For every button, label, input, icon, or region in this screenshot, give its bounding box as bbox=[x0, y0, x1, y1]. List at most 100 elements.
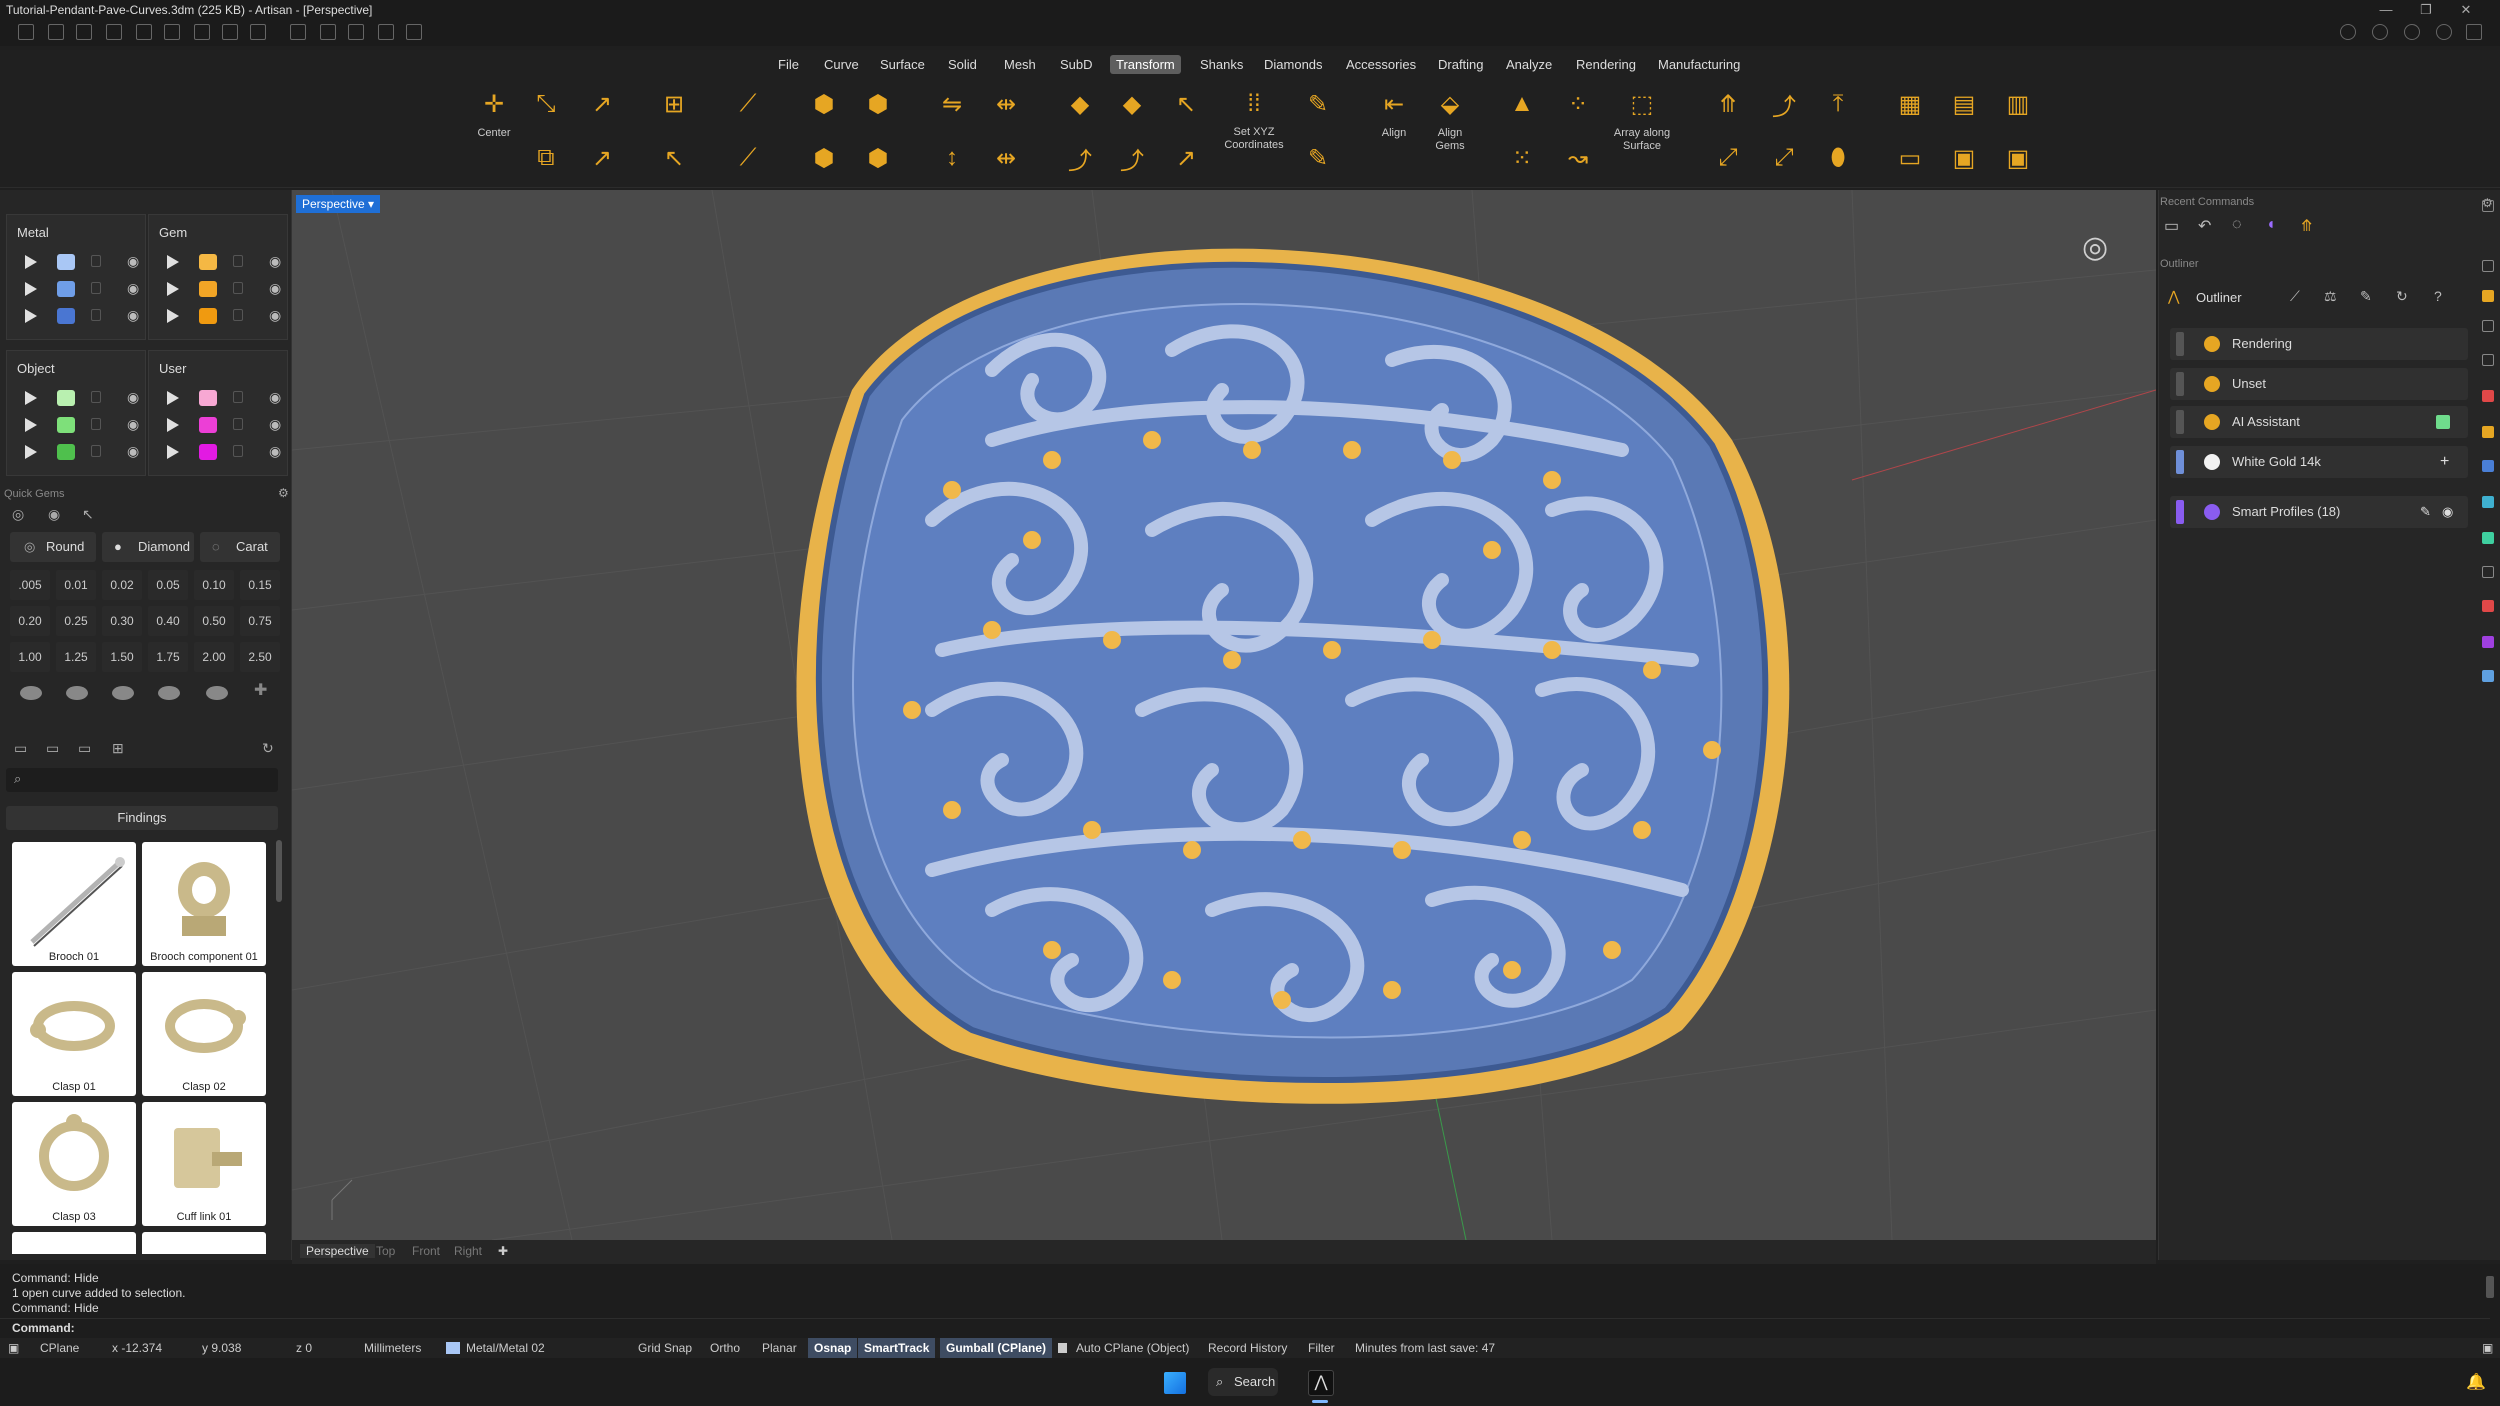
help-icon[interactable]: ? bbox=[2434, 288, 2442, 304]
named-views-tab-icon[interactable] bbox=[2482, 670, 2494, 682]
gem-move-icon[interactable]: ◆ bbox=[1112, 84, 1152, 124]
gem-view-icon[interactable]: ◉ bbox=[48, 506, 60, 523]
layer-color-swatch[interactable] bbox=[57, 390, 75, 406]
library-search[interactable]: ⌕ bbox=[6, 768, 278, 792]
marquise-gem-shape-icon[interactable] bbox=[158, 686, 180, 700]
tab-top[interactable]: Top bbox=[376, 1244, 395, 1258]
eyedropper-icon[interactable]: ⟋ bbox=[2290, 288, 2300, 305]
layer-row[interactable]: ◉ bbox=[159, 441, 284, 463]
layer-color-swatch[interactable] bbox=[199, 281, 217, 297]
gem-size-button[interactable]: 0.15 bbox=[240, 570, 280, 600]
filter-toggle[interactable]: Filter bbox=[1308, 1338, 1335, 1358]
menu-diamonds[interactable]: Diamonds bbox=[1258, 55, 1329, 74]
refresh-icon[interactable]: ↻ bbox=[2396, 288, 2408, 305]
library-tab-icon[interactable] bbox=[2482, 496, 2494, 508]
round-gem-shape-icon[interactable] bbox=[20, 686, 42, 700]
lock-icon[interactable] bbox=[91, 445, 101, 457]
layer-row[interactable]: ◉ bbox=[159, 387, 284, 409]
layer-row[interactable]: ◉ bbox=[17, 305, 142, 327]
copy-move-icon[interactable]: ⧉ bbox=[526, 138, 566, 178]
save-icon[interactable] bbox=[194, 24, 210, 40]
command-scrollbar[interactable] bbox=[2486, 1276, 2494, 1298]
gem-size-button[interactable]: 2.50 bbox=[240, 642, 280, 672]
display-tab-icon[interactable] bbox=[2482, 460, 2494, 472]
copy-icon[interactable] bbox=[250, 24, 266, 40]
folder-icon[interactable]: ▭ bbox=[14, 740, 27, 757]
gem-pick-icon[interactable]: ↖ bbox=[1166, 84, 1206, 124]
pen-icon[interactable]: ✎ bbox=[1298, 84, 1338, 124]
eye-icon[interactable]: ◉ bbox=[127, 389, 139, 406]
eye-icon[interactable]: ◉ bbox=[269, 443, 281, 460]
gem-size-button[interactable]: 0.30 bbox=[102, 606, 142, 636]
library-item-brooch-01[interactable]: Brooch 01 bbox=[12, 842, 136, 966]
library-item-partial[interactable] bbox=[12, 1232, 136, 1254]
ortho-toggle[interactable]: Ortho bbox=[710, 1338, 740, 1358]
play-icon[interactable] bbox=[25, 255, 37, 269]
triangle-array-icon[interactable]: ▲ bbox=[1502, 84, 1542, 124]
grid-array-icon[interactable]: ⁙ bbox=[1502, 138, 1542, 178]
info-icon[interactable] bbox=[2372, 24, 2388, 40]
play-icon[interactable] bbox=[167, 391, 179, 405]
new-template-icon[interactable] bbox=[48, 24, 64, 40]
tab-front[interactable]: Front bbox=[412, 1244, 440, 1258]
rotate-3d-icon[interactable]: ⬢ bbox=[858, 84, 898, 124]
scale-3d-icon[interactable]: ⟋ bbox=[728, 138, 768, 178]
unroll-icon[interactable]: ▣ bbox=[1998, 138, 2038, 178]
library-scrollbar[interactable] bbox=[276, 840, 282, 902]
help-tab-icon[interactable] bbox=[2482, 566, 2494, 578]
material-tab-icon[interactable] bbox=[2482, 426, 2494, 438]
windows-start-icon[interactable] bbox=[1164, 1372, 1186, 1394]
layer-color-swatch[interactable] bbox=[57, 417, 75, 433]
flow-icon[interactable]: ⤢ bbox=[1764, 138, 1804, 178]
folder-add-icon[interactable]: ▭ bbox=[46, 740, 59, 757]
auto-cplane-toggle[interactable]: Auto CPlane (Object) bbox=[1076, 1338, 1189, 1358]
panel-toggle-icon[interactable]: ▣ bbox=[2482, 1338, 2493, 1358]
outliner-row-unset[interactable]: Unset bbox=[2170, 368, 2468, 400]
export-icon[interactable] bbox=[290, 24, 306, 40]
pendant-model[interactable] bbox=[796, 248, 1790, 1104]
center-button[interactable]: ✛ Center bbox=[468, 84, 520, 164]
gem-size-button[interactable]: 0.25 bbox=[56, 606, 96, 636]
menu-manufacturing[interactable]: Manufacturing bbox=[1652, 55, 1746, 74]
save-as-icon[interactable] bbox=[222, 24, 238, 40]
outliner-row-rendering[interactable]: Rendering bbox=[2170, 328, 2468, 360]
add-icon[interactable]: + bbox=[2440, 446, 2449, 478]
play-icon[interactable] bbox=[25, 391, 37, 405]
taskbar-search[interactable]: ⌕ Search bbox=[1208, 1368, 1278, 1396]
command-input-row[interactable]: Command: bbox=[0, 1318, 2490, 1336]
viewport-perspective[interactable]: ◎ bbox=[291, 189, 2157, 1241]
maximize-icon[interactable]: ❐ bbox=[2408, 0, 2444, 20]
add-gem-icon[interactable]: ✚ bbox=[254, 680, 267, 700]
ring-view-icon[interactable]: ◎ bbox=[2082, 230, 2108, 265]
eye-icon[interactable]: ◉ bbox=[269, 307, 281, 324]
chevron-down-icon[interactable]: ▾ bbox=[368, 197, 374, 211]
layer-row[interactable]: ◉ bbox=[159, 414, 284, 436]
play-icon[interactable] bbox=[25, 282, 37, 296]
lock-icon[interactable] bbox=[91, 391, 101, 403]
viewport-title-tab[interactable]: Perspective ▾ bbox=[296, 195, 381, 213]
gem-size-button[interactable]: 0.05 bbox=[148, 570, 188, 600]
align-gems-button[interactable]: ⬙ Align Gems bbox=[1424, 84, 1476, 164]
menu-shanks[interactable]: Shanks bbox=[1194, 55, 1249, 74]
cage-edit-icon[interactable]: ▦ bbox=[1890, 84, 1930, 124]
eye-icon[interactable]: ◉ bbox=[269, 253, 281, 270]
properties-tab-icon[interactable] bbox=[2482, 354, 2494, 366]
flip-axis-icon[interactable]: ⇹ bbox=[986, 138, 1026, 178]
gem-size-button[interactable]: 0.40 bbox=[148, 606, 188, 636]
grid-view-icon[interactable]: ⊞ bbox=[112, 740, 124, 757]
eye-icon[interactable]: ◉ bbox=[127, 253, 139, 270]
mirror-axis-icon[interactable]: ⇹ bbox=[986, 84, 1026, 124]
rotate-icon[interactable]: ⬢ bbox=[804, 84, 844, 124]
layer-color-swatch[interactable] bbox=[199, 444, 217, 460]
eye-icon[interactable]: ◉ bbox=[127, 416, 139, 433]
panel-toggle-icon[interactable]: ▣ bbox=[8, 1338, 19, 1358]
snapshot-tab-icon[interactable] bbox=[2482, 600, 2494, 612]
gem-copy-icon[interactable]: ⤴ bbox=[1060, 138, 1100, 178]
play-icon[interactable] bbox=[25, 418, 37, 432]
open-icon[interactable] bbox=[76, 24, 92, 40]
library-item-clasp-03[interactable]: Clasp 03 bbox=[12, 1102, 136, 1226]
polar-array-icon[interactable]: ⁘ bbox=[1558, 84, 1598, 124]
layer-row[interactable]: ◉ bbox=[159, 278, 284, 300]
color-tab-icon[interactable] bbox=[2482, 390, 2494, 402]
library-item-partial[interactable] bbox=[142, 1232, 266, 1254]
